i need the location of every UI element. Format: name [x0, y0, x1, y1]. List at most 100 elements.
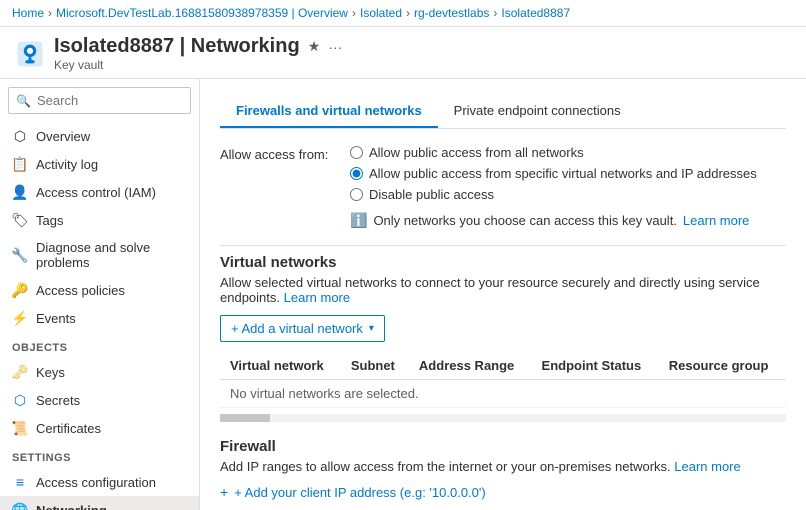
sidebar-label-tags: Tags: [36, 213, 63, 228]
main-layout: 🔍 ⬡ Overview 📋 Activity log 👤 Access con…: [0, 79, 806, 510]
firewall-learn-more-link[interactable]: Learn more: [674, 459, 740, 474]
divider-1: [220, 245, 786, 246]
search-box: 🔍: [8, 87, 191, 114]
tab-private-endpoints[interactable]: Private endpoint connections: [438, 95, 637, 128]
header-text-group: Isolated8887 | Networking ★ ··· Key vaul…: [54, 35, 342, 72]
content-area: Firewalls and virtual networks Private e…: [200, 79, 806, 510]
radio-disable-label: Disable public access: [369, 187, 494, 202]
objects-section-label: Objects: [0, 332, 199, 358]
sidebar-label-access-policies: Access policies: [36, 283, 125, 298]
col-rg: Resource group: [659, 352, 786, 380]
tabs-bar: Firewalls and virtual networks Private e…: [220, 95, 786, 129]
sidebar-label-certificates: Certificates: [36, 421, 101, 436]
radio-all-label: Allow public access from all networks: [369, 145, 584, 160]
horizontal-scrollbar[interactable]: [220, 414, 786, 422]
allow-access-row: Allow access from: Allow public access f…: [220, 145, 786, 229]
breadcrumb-isolated[interactable]: Isolated: [360, 6, 402, 20]
radio-group: Allow public access from all networks Al…: [350, 145, 757, 229]
secrets-icon: ⬡: [12, 392, 28, 408]
vnet-section: Virtual networks Allow selected virtual …: [220, 254, 786, 422]
no-data-message: No virtual networks are selected.: [220, 380, 786, 408]
add-ip-label: + Add your client IP address (e.g: '10.0…: [234, 485, 486, 500]
access-config-icon: ≡: [12, 474, 28, 490]
breadcrumb-home[interactable]: Home: [12, 6, 44, 20]
sidebar-label-access-config: Access configuration: [36, 475, 156, 490]
more-icon[interactable]: ···: [328, 39, 342, 55]
keyvault-icon: [16, 40, 44, 68]
page-header: Isolated8887 | Networking ★ ··· Key vaul…: [0, 27, 806, 79]
vnet-section-title: Virtual networks: [220, 254, 786, 271]
diagnose-icon: 🔧: [12, 247, 28, 263]
firewall-section-title: Firewall: [220, 438, 786, 455]
scrollbar-thumb: [220, 414, 270, 422]
favorite-icon[interactable]: ★: [308, 38, 321, 55]
networking-icon: 🌐: [12, 502, 28, 510]
vnet-table: Virtual network Subnet Address Range End…: [220, 352, 786, 408]
sidebar-label-events: Events: [36, 311, 76, 326]
info-icon: ℹ️: [350, 212, 367, 229]
sidebar-item-activity-log[interactable]: 📋 Activity log: [0, 150, 199, 178]
radio-all-networks[interactable]: Allow public access from all networks: [350, 145, 757, 160]
search-input[interactable]: [8, 87, 191, 114]
sidebar-item-secrets[interactable]: ⬡ Secrets: [0, 386, 199, 414]
info-note-text: Only networks you choose can access this…: [373, 213, 676, 228]
table-row-empty: No virtual networks are selected.: [220, 380, 786, 408]
certificates-icon: 📜: [12, 420, 28, 436]
info-learn-more-link[interactable]: Learn more: [683, 213, 749, 228]
vnet-section-desc: Allow selected virtual networks to conne…: [220, 275, 786, 305]
plus-icon: +: [220, 484, 228, 500]
vnet-learn-more-link[interactable]: Learn more: [284, 290, 350, 305]
tags-icon: 🏷: [12, 212, 28, 228]
sidebar-label-iam: Access control (IAM): [36, 185, 156, 200]
settings-section-label: Settings: [0, 442, 199, 468]
sidebar-item-iam[interactable]: 👤 Access control (IAM): [0, 178, 199, 206]
firewall-section: Firewall Add IP ranges to allow access f…: [220, 438, 786, 500]
col-subnet: Subnet: [341, 352, 409, 380]
breadcrumb-lab[interactable]: Microsoft.DevTestLab.16881580938978359 |…: [56, 6, 348, 20]
radio-specific-networks[interactable]: Allow public access from specific virtua…: [350, 166, 757, 181]
events-icon: ⚡: [12, 310, 28, 326]
radio-specific-label: Allow public access from specific virtua…: [369, 166, 757, 181]
sidebar-item-overview[interactable]: ⬡ Overview: [0, 122, 199, 150]
sidebar-item-certificates[interactable]: 📜 Certificates: [0, 414, 199, 442]
sidebar-item-tags[interactable]: 🏷 Tags: [0, 206, 199, 234]
table-header-row: Virtual network Subnet Address Range End…: [220, 352, 786, 380]
firewall-desc: Add IP ranges to allow access from the i…: [220, 459, 786, 474]
add-vnet-label: + Add a virtual network: [231, 321, 363, 336]
keys-icon: 🗝: [12, 364, 28, 380]
page-title: Isolated8887 | Networking: [54, 35, 300, 58]
sidebar-item-access-config[interactable]: ≡ Access configuration: [0, 468, 199, 496]
sidebar-label-activity: Activity log: [36, 157, 98, 172]
sidebar-label-keys: Keys: [36, 365, 65, 380]
sidebar-item-networking[interactable]: 🌐 Networking: [0, 496, 199, 510]
sidebar-item-access-policies[interactable]: 🔑 Access policies: [0, 276, 199, 304]
sidebar-item-events[interactable]: ⚡ Events: [0, 304, 199, 332]
tab-firewalls[interactable]: Firewalls and virtual networks: [220, 95, 438, 128]
iam-icon: 👤: [12, 184, 28, 200]
page-subtitle: Key vault: [54, 58, 342, 72]
activity-icon: 📋: [12, 156, 28, 172]
add-ip-row[interactable]: + + Add your client IP address (e.g: '10…: [220, 484, 786, 500]
firewall-desc-text: Add IP ranges to allow access from the i…: [220, 459, 671, 474]
col-address: Address Range: [409, 352, 532, 380]
info-note: ℹ️ Only networks you choose can access t…: [350, 212, 757, 229]
col-endpoint: Endpoint Status: [532, 352, 659, 380]
breadcrumb-rg[interactable]: rg-devtestlabs: [414, 6, 489, 20]
access-policies-icon: 🔑: [12, 282, 28, 298]
sidebar-label-networking: Networking: [36, 503, 107, 510]
overview-icon: ⬡: [12, 128, 28, 144]
search-icon: 🔍: [16, 94, 31, 108]
col-vnet: Virtual network: [220, 352, 341, 380]
breadcrumb: Home › Microsoft.DevTestLab.168815809389…: [0, 0, 806, 27]
sidebar-label-diagnose: Diagnose and solve problems: [36, 240, 187, 270]
dropdown-chevron-icon: ▾: [369, 323, 374, 334]
allow-access-label: Allow access from:: [220, 145, 350, 162]
sidebar-label-overview: Overview: [36, 129, 90, 144]
sidebar: 🔍 ⬡ Overview 📋 Activity log 👤 Access con…: [0, 79, 200, 510]
sidebar-item-keys[interactable]: 🗝 Keys: [0, 358, 199, 386]
radio-disable[interactable]: Disable public access: [350, 187, 757, 202]
breadcrumb-resource[interactable]: Isolated8887: [501, 6, 570, 20]
add-vnet-button[interactable]: + Add a virtual network ▾: [220, 315, 385, 342]
sidebar-item-diagnose[interactable]: 🔧 Diagnose and solve problems: [0, 234, 199, 276]
sidebar-label-secrets: Secrets: [36, 393, 80, 408]
